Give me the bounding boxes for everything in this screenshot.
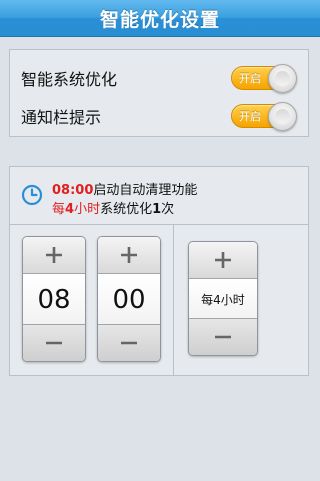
minus-icon	[215, 335, 231, 339]
setting-row-notification: 通知栏提示 开启	[10, 98, 308, 134]
smart-optimize-toggle[interactable]: 开启	[231, 64, 297, 93]
settings-panel: 智能系统优化 开启 通知栏提示 开启	[9, 49, 309, 137]
interval-increment-button[interactable]	[189, 242, 257, 279]
clock-icon	[21, 184, 43, 206]
minute-spinner: 00	[97, 236, 161, 362]
toggle-knob	[268, 102, 297, 131]
hour-increment-button[interactable]	[23, 237, 85, 274]
minus-icon	[121, 341, 137, 345]
interval-prefix: 每	[52, 202, 66, 217]
frequency-text: 系统优化	[100, 202, 153, 217]
interval-spinner: 每4小时	[188, 241, 258, 356]
minute-decrement-button[interactable]	[98, 324, 160, 361]
column-divider	[173, 225, 174, 376]
minute-value: 00	[98, 274, 160, 326]
schedule-time: 08:00	[52, 183, 94, 198]
minute-increment-button[interactable]	[98, 237, 160, 274]
setting-row-smart-optimize: 智能系统优化 开启	[10, 60, 308, 96]
hour-decrement-button[interactable]	[23, 324, 85, 361]
minus-icon	[46, 341, 62, 345]
plus-icon	[215, 252, 231, 268]
toggle-knob	[268, 64, 297, 93]
notification-toggle[interactable]: 开启	[231, 102, 297, 131]
toggle-text: 开启	[239, 72, 261, 85]
summary-line-time: 08:00启动自动清理功能	[52, 179, 197, 198]
setting-label: 通知栏提示	[21, 108, 102, 127]
plus-icon	[121, 247, 137, 263]
frequency-count: 1	[152, 202, 162, 217]
page-title: 智能优化设置	[0, 0, 320, 37]
summary-line-frequency: 每4小时系统优化1次	[52, 198, 174, 217]
schedule-summary: 08:00启动自动清理功能 每4小时系统优化1次	[10, 167, 308, 225]
schedule-action-text: 启动自动清理功能	[93, 183, 198, 198]
frequency-unit: 次	[161, 202, 175, 217]
interval-hours: 4	[65, 202, 75, 217]
schedule-panel: 08:00启动自动清理功能 每4小时系统优化1次 08 00 每4小时	[9, 166, 309, 376]
hour-value: 08	[23, 274, 85, 326]
interval-value: 每4小时	[189, 279, 257, 320]
toggle-text: 开启	[239, 110, 261, 123]
plus-icon	[46, 247, 62, 263]
hour-spinner: 08	[22, 236, 86, 362]
setting-label: 智能系统优化	[21, 70, 118, 89]
interval-unit: 小时	[74, 202, 101, 217]
interval-decrement-button[interactable]	[189, 318, 257, 355]
